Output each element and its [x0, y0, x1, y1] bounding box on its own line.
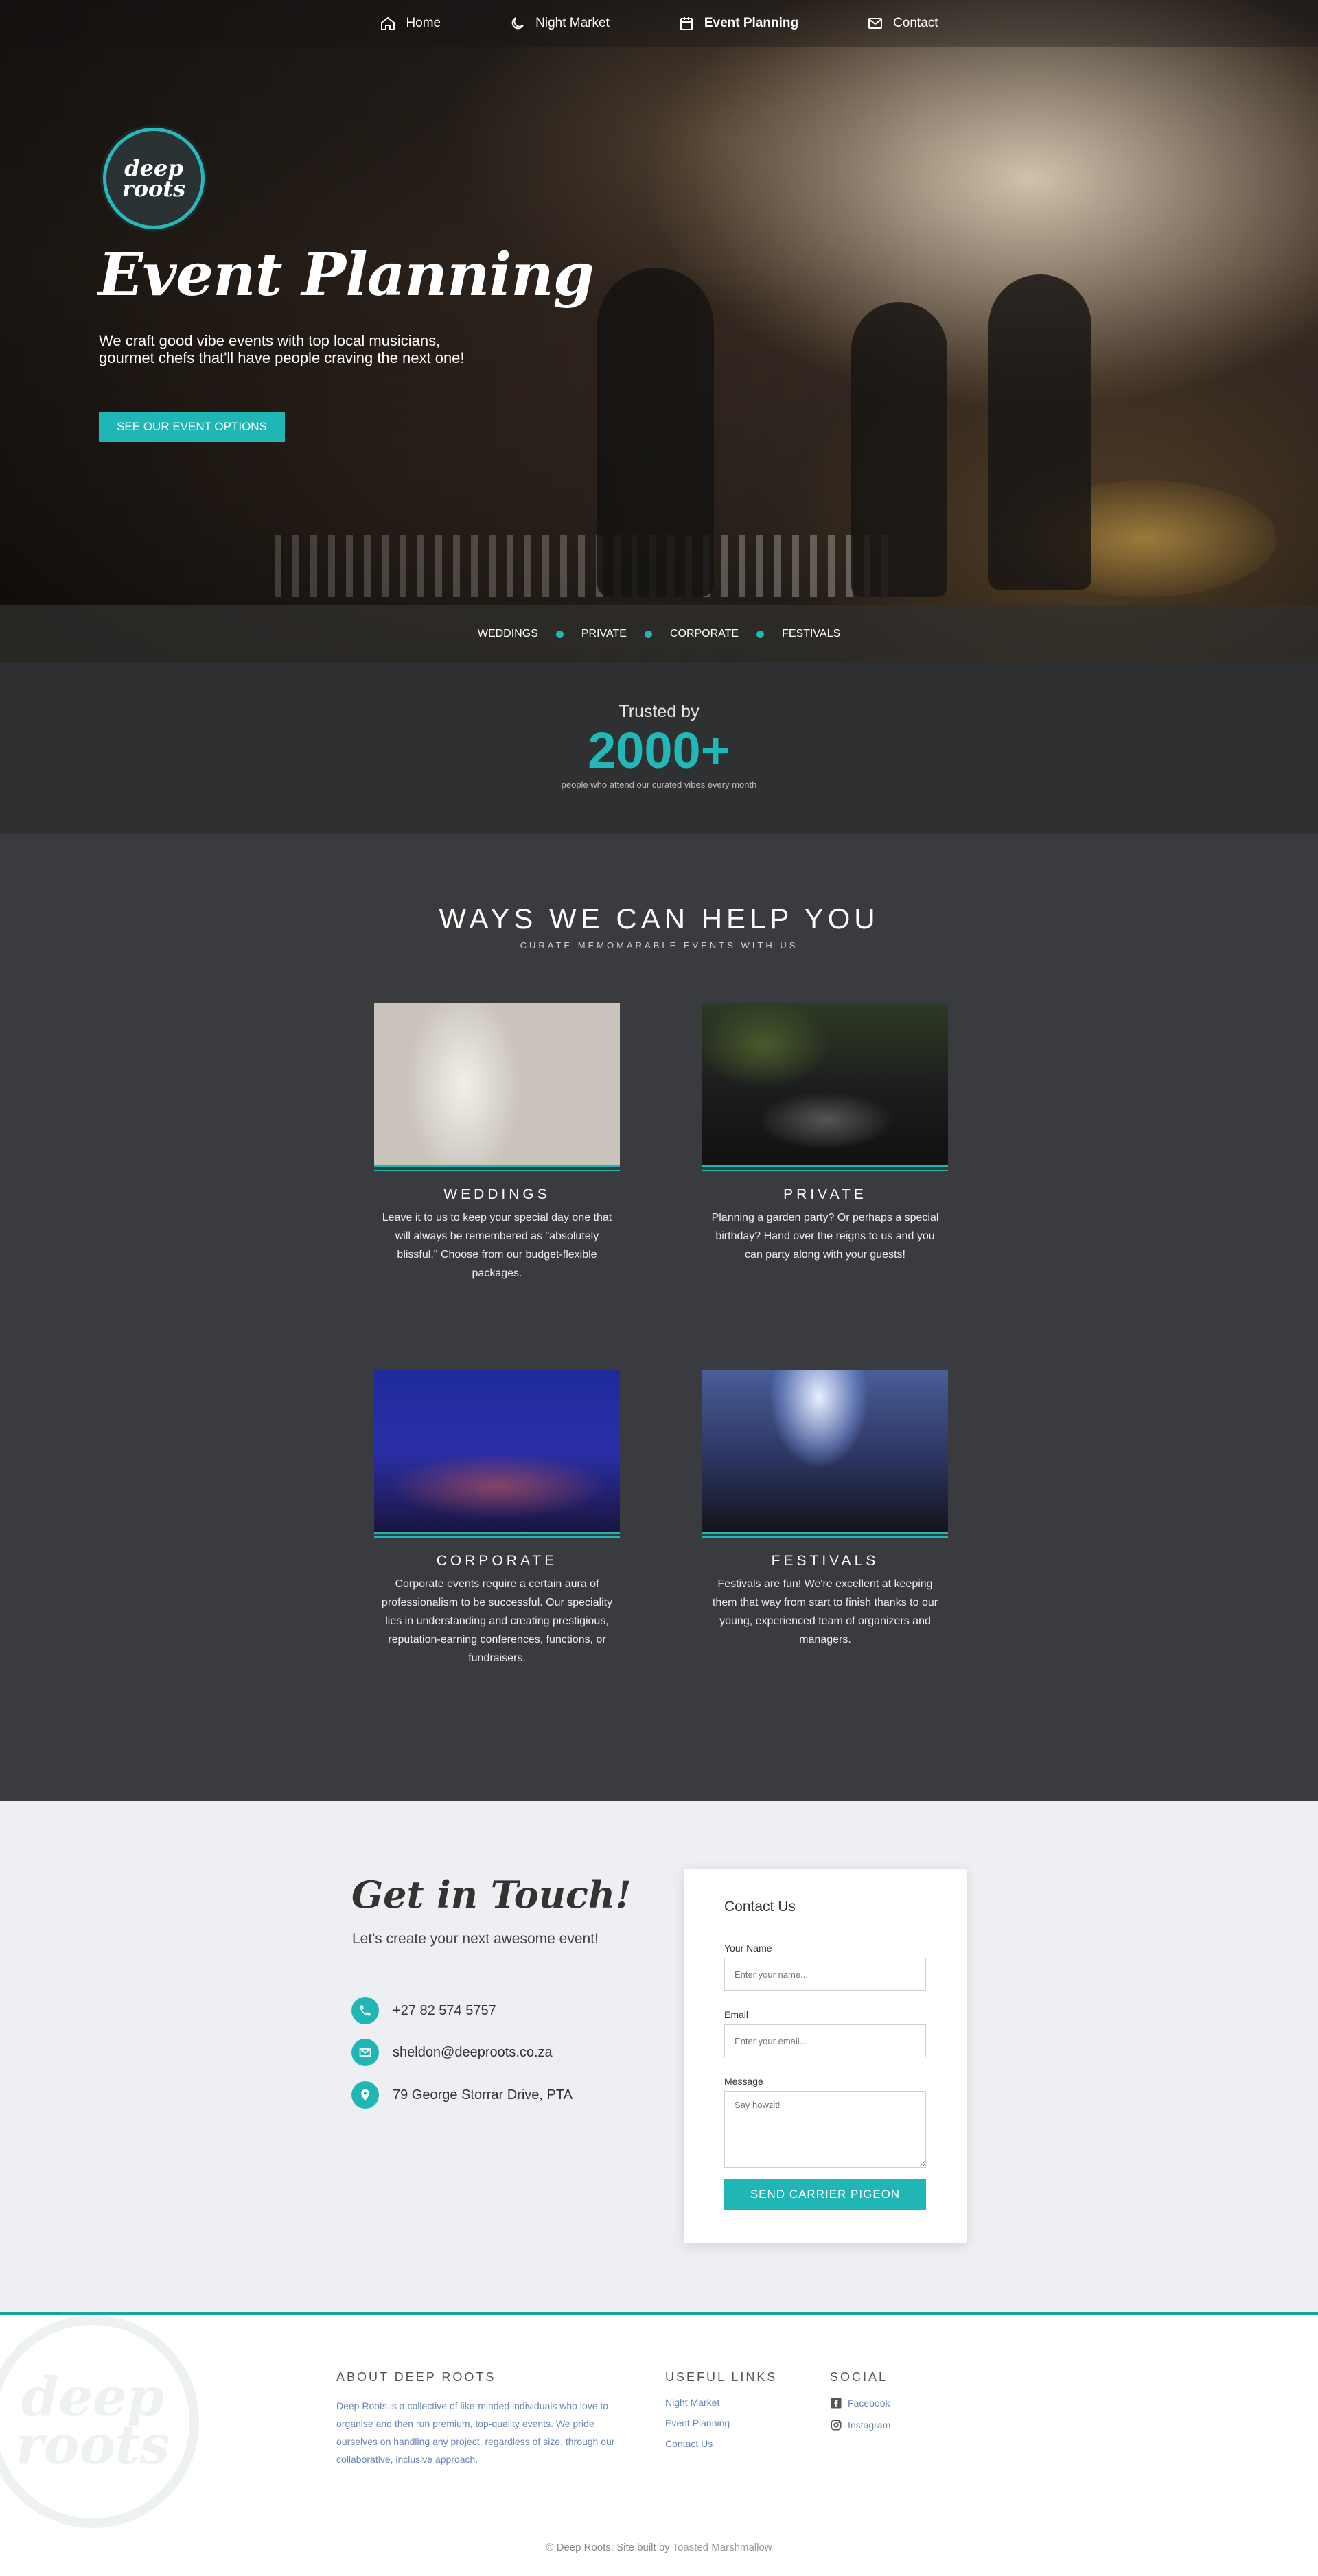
concert-photo — [702, 1370, 948, 1534]
service-card-text: Leave it to us to keep your special day … — [382, 1212, 612, 1279]
contact-subtitle: Let's create your next awesome event! — [352, 1931, 599, 1947]
facebook-label: Facebook — [848, 2398, 890, 2409]
mail-icon — [868, 18, 883, 29]
contact-phone[interactable]: +27 82 574 5757 — [351, 1997, 496, 2024]
bullet-dot — [756, 630, 765, 638]
contact-email-text: sheldon@deeproots.co.za — [393, 2044, 553, 2060]
service-card-festivals[interactable]: FESTIVALS Festivals are fun! We're excel… — [702, 1370, 948, 1649]
category-weddings[interactable]: WEDDINGS — [478, 628, 538, 640]
copyright: © Deep Roots. Site built by Toasted Mars… — [0, 2542, 1318, 2553]
services-section: WAYS WE CAN HELP YOU CURATE MEMOMARABLE … — [0, 834, 1318, 1801]
contact-address[interactable]: 79 George Storrar Drive, PTA — [351, 2081, 573, 2109]
wedding-photo — [374, 1003, 620, 1167]
bullet-dot — [644, 630, 652, 638]
nav-contact-label: Contact — [893, 16, 938, 30]
home-icon — [381, 16, 395, 30]
name-input[interactable] — [724, 1958, 926, 1991]
service-card-corporate[interactable]: CORPORATE Corporate events require a cer… — [374, 1370, 620, 1667]
nav-night-market-label: Night Market — [535, 16, 610, 30]
nav-home-label: Home — [406, 16, 441, 30]
mail-icon — [351, 2039, 379, 2066]
category-festivals[interactable]: FESTIVALS — [782, 628, 840, 640]
service-card-text: Corporate events require a certain aura … — [381, 1578, 613, 1664]
audience-photo — [374, 1370, 620, 1534]
hero: Home Night Market Event Planning Contact… — [0, 0, 1318, 663]
footer: deep roots ABOUT DEEP ROOTS Deep Roots i… — [0, 2312, 1318, 2576]
footer-link-event-planning[interactable]: Event Planning — [665, 2417, 777, 2428]
builder-link[interactable]: Toasted Marshmallow — [673, 2542, 772, 2553]
footer-links-title: USEFUL LINKS — [665, 2370, 778, 2384]
nav-event-planning-label: Event Planning — [704, 16, 799, 30]
nav-event-planning[interactable]: Event Planning — [678, 15, 798, 32]
category-private[interactable]: PRIVATE — [581, 628, 627, 640]
footer-link-night-market[interactable]: Night Market — [665, 2397, 777, 2408]
see-event-options-button[interactable]: SEE OUR EVENT OPTIONS — [99, 412, 285, 442]
name-label: Your Name — [724, 1943, 772, 1954]
service-card-private[interactable]: PRIVATE Planning a garden party? Or perh… — [702, 1003, 948, 1264]
contact-section: Get in Touch! Let's create your next awe… — [0, 1801, 1318, 2312]
trusted-label: Trusted by — [618, 702, 700, 721]
instagram-label: Instagram — [848, 2420, 891, 2431]
contact-phone-text: +27 82 574 5757 — [393, 2002, 496, 2018]
nav-home[interactable]: Home — [380, 15, 441, 32]
send-carrier-pigeon-button[interactable]: SEND CARRIER PIGEON — [724, 2179, 926, 2210]
email-input[interactable] — [724, 2024, 926, 2057]
nav-contact[interactable]: Contact — [867, 15, 938, 32]
service-card-title: WEDDINGS — [443, 1186, 551, 1202]
card-divider — [374, 1534, 620, 1538]
phone-icon — [351, 1997, 379, 2024]
facebook-link[interactable]: Facebook — [830, 2397, 890, 2409]
service-card-text: Festivals are fun! We're excellent at ke… — [712, 1578, 938, 1646]
calendar-icon — [680, 17, 693, 30]
card-divider — [702, 1167, 948, 1171]
services-title: WAYS WE CAN HELP YOU — [439, 902, 879, 935]
service-card-weddings[interactable]: WEDDINGS Leave it to us to keep your spe… — [374, 1003, 620, 1283]
category-corporate[interactable]: CORPORATE — [670, 628, 739, 640]
footer-logo-watermark: deep roots — [0, 2315, 199, 2528]
contact-email[interactable]: sheldon@deeproots.co.za — [351, 2039, 553, 2066]
message-textarea[interactable] — [724, 2091, 926, 2168]
form-title: Contact Us — [724, 1899, 796, 1915]
instagram-link[interactable]: Instagram — [830, 2419, 890, 2431]
trusted-count: 2000+ — [588, 722, 730, 779]
email-label: Email — [724, 2009, 749, 2020]
instagram-icon — [831, 2420, 842, 2431]
footer-about: ABOUT DEEP ROOTS Deep Roots is a collect… — [336, 2370, 625, 2468]
services-subtitle: CURATE MEMOMARABLE EVENTS WITH US — [520, 940, 798, 950]
top-nav: Home Night Market Event Planning Contact — [0, 0, 1318, 47]
page-title: Event Planning — [98, 240, 594, 309]
footer-link-contact-us[interactable]: Contact Us — [665, 2438, 777, 2449]
footer-social: SOCIAL Facebook Instagram — [830, 2370, 890, 2431]
service-card-title: FESTIVALS — [771, 1553, 879, 1569]
bullet-dot — [555, 630, 564, 638]
hero-overlay — [0, 0, 1318, 663]
trusted-caption: people who attend our curated vibes ever… — [561, 780, 757, 790]
moon-icon — [511, 17, 524, 30]
contact-form: Contact Us Your Name Email Message SEND … — [684, 1869, 967, 2243]
logo-text-roots: roots — [122, 176, 186, 202]
service-card-title: PRIVATE — [783, 1186, 867, 1202]
card-divider — [702, 1534, 948, 1538]
service-card-text: Planning a garden party? Or perhaps a sp… — [711, 1212, 939, 1261]
footer-social-title: SOCIAL — [830, 2370, 888, 2384]
footer-links: USEFUL LINKS Night Market Event Planning… — [665, 2370, 777, 2449]
service-card-title: CORPORATE — [436, 1553, 558, 1569]
footer-about-title: ABOUT DEEP ROOTS — [336, 2370, 496, 2384]
deep-roots-logo[interactable]: deep roots — [103, 128, 205, 229]
trusted-section: Trusted by 2000+ people who attend our c… — [0, 663, 1318, 834]
contact-address-text: 79 George Storrar Drive, PTA — [393, 2087, 573, 2103]
contact-title: Get in Touch! — [351, 1873, 632, 1917]
nav-night-market[interactable]: Night Market — [509, 15, 610, 32]
footer-about-text: Deep Roots is a collective of like-minde… — [336, 2400, 615, 2465]
watermark-text-roots: roots — [15, 2414, 170, 2477]
message-label: Message — [724, 2076, 763, 2087]
card-divider — [374, 1167, 620, 1171]
category-bar: WEDDINGS PRIVATE CORPORATE FESTIVALS — [0, 605, 1318, 663]
copyright-text: © Deep Roots. Site built by — [546, 2542, 670, 2553]
facebook-icon — [831, 2398, 842, 2409]
location-pin-icon — [351, 2081, 379, 2109]
dj-decks-photo — [702, 1003, 948, 1167]
hero-subtitle: We craft good vibe events with top local… — [99, 332, 465, 366]
